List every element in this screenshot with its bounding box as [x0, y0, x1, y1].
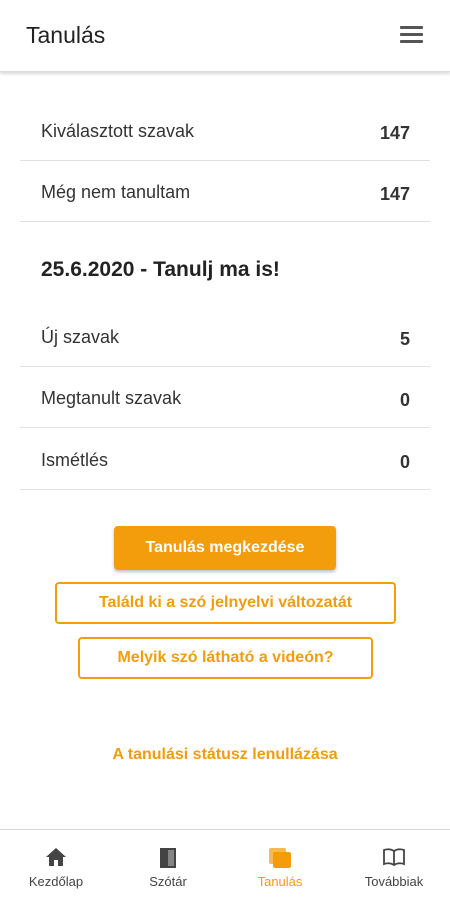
daily-label: Megtanult szavak	[41, 388, 182, 408]
stat-row-not-learned: Még nem tanultam 147	[20, 162, 430, 222]
daily-value: 0	[399, 452, 410, 472]
stat-value: 147	[379, 123, 410, 143]
daily-value: 5	[399, 329, 410, 349]
daily-heading: 25.6.2020 - Tanulj ma is!	[41, 258, 280, 281]
nav-item-home[interactable]: Kezdőlap	[0, 830, 112, 900]
open-book-icon	[338, 847, 450, 869]
learning-cards-icon	[224, 847, 336, 869]
nav-label: Továbbiak	[364, 874, 424, 889]
stat-row-selected-words: Kiválasztott szavak 147	[20, 101, 430, 161]
start-learning-button[interactable]: Tanulás megkezdése	[114, 526, 336, 570]
guess-sign-button[interactable]: Találd ki a szó jelnyelvi változatát	[55, 582, 396, 624]
nav-label: Tanulás	[257, 874, 303, 889]
page-title: Tanulás	[26, 22, 106, 48]
which-word-video-button[interactable]: Melyik szó látható a videón?	[78, 637, 373, 679]
daily-label: Ismétlés	[41, 450, 109, 470]
nav-label: Szótár	[149, 874, 187, 889]
stat-label: Kiválasztott szavak	[41, 121, 195, 141]
app-header: Tanulás	[0, 0, 450, 72]
reset-status-link[interactable]: A tanulási státusz lenullázása	[0, 746, 450, 764]
nav-item-more[interactable]: Továbbiak	[338, 830, 450, 900]
dictionary-book-icon	[112, 847, 224, 869]
home-icon	[0, 847, 112, 869]
daily-row-learned-words: Megtanult szavak 0	[20, 368, 430, 428]
bottom-nav: Kezdőlap Szótár Tanulás Továbbiak	[0, 829, 450, 900]
daily-label: Új szavak	[41, 327, 120, 347]
daily-value: 0	[399, 390, 410, 410]
daily-row-repetition: Ismétlés 0	[20, 430, 430, 490]
nav-item-dictionary[interactable]: Szótár	[112, 830, 224, 900]
hamburger-menu-icon[interactable]	[400, 26, 426, 46]
daily-row-new-words: Új szavak 5	[20, 307, 430, 367]
stat-label: Még nem tanultam	[41, 182, 191, 202]
stat-value: 147	[379, 184, 410, 204]
nav-label: Kezdőlap	[28, 874, 84, 889]
nav-item-learning[interactable]: Tanulás	[224, 830, 336, 900]
